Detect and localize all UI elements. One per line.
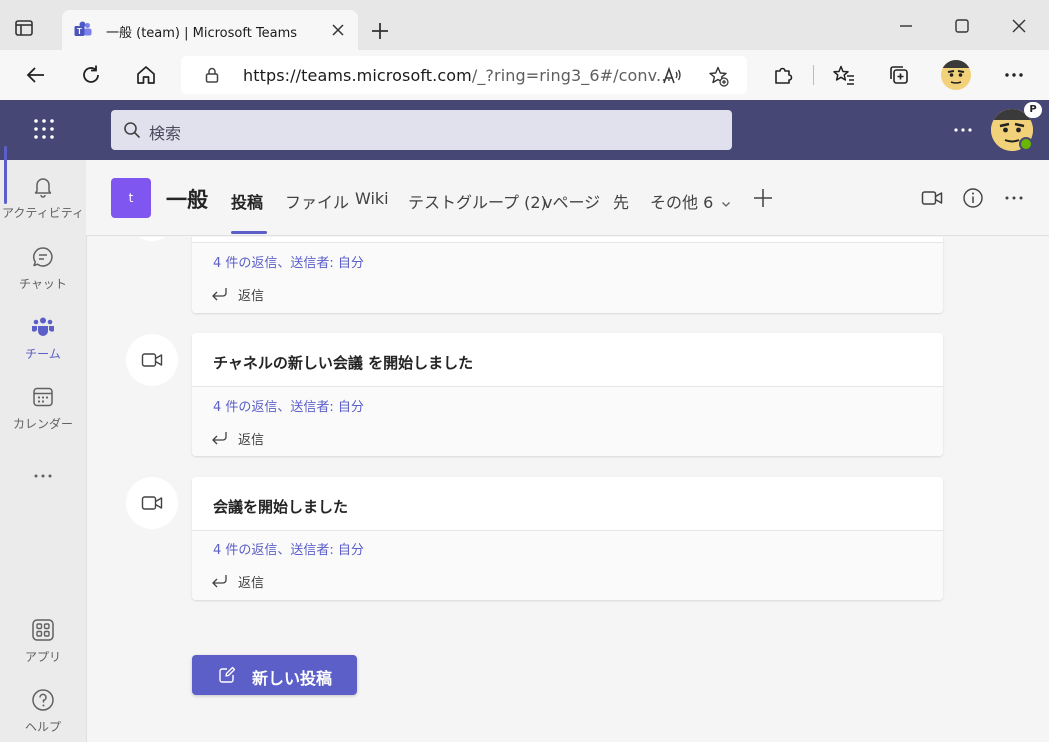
post-avatar	[126, 477, 178, 529]
browser-tab[interactable]: T 一般 (team) | Microsoft Teams	[62, 10, 358, 50]
collections-icon[interactable]	[887, 63, 911, 87]
refresh-icon[interactable]	[79, 63, 103, 87]
avatar[interactable]	[941, 60, 971, 90]
search-placeholder: 検索	[149, 124, 182, 143]
info-icon[interactable]	[962, 187, 984, 209]
add-favorite-icon[interactable]	[707, 65, 729, 87]
presence-badge: P	[1024, 102, 1042, 118]
rail-item-help[interactable]: ヘルプ	[0, 686, 86, 742]
extensions-icon[interactable]	[771, 63, 795, 87]
meeting-video-icon	[141, 353, 163, 367]
meeting-video-icon	[141, 496, 163, 510]
search-input[interactable]: 検索	[111, 110, 732, 150]
tab-wiki[interactable]: Wiki	[355, 189, 389, 208]
rail-item-label: カレンダー	[12, 417, 73, 431]
browser-toolbar: https://teams.microsoft.com/_?ring=ring3…	[0, 50, 1049, 100]
tab-saki[interactable]: 先	[613, 189, 629, 213]
teams-header: 検索	[0, 100, 1049, 160]
address-bar[interactable]: https://teams.microsoft.com/_?ring=ring3…	[181, 56, 747, 94]
replies-link[interactable]: 4 件の返信、送信者: 自分	[213, 396, 364, 415]
minimize-icon[interactable]	[894, 14, 918, 38]
chevron-down-icon	[722, 201, 731, 207]
browser-tab-bar: T 一般 (team) | Microsoft Teams	[0, 0, 1049, 50]
reply-label: 返信	[238, 433, 265, 448]
url-text: https://teams.microsoft.com/_?ring=ring3…	[243, 66, 672, 85]
post-card[interactable]: 4 件の返信、送信者: 自分 返信	[192, 237, 943, 313]
reply-label: 返信	[238, 289, 265, 304]
rail-item-label: チャット	[19, 277, 67, 291]
back-icon[interactable]	[24, 63, 48, 87]
rail-item-apps[interactable]: アプリ	[0, 616, 86, 680]
plus-icon[interactable]	[369, 20, 391, 42]
read-aloud-icon[interactable]	[661, 65, 683, 87]
card-footer: 4 件の返信、送信者: 自分 返信	[192, 387, 943, 456]
apps-icon	[32, 619, 54, 641]
home-icon[interactable]	[134, 63, 158, 87]
profile-face-icon	[941, 60, 971, 84]
rail-item-teams[interactable]: チーム	[0, 313, 86, 377]
app-bar: アクティビティ チャット チーム カレンダー アプリ ヘルプ	[0, 160, 86, 742]
calendar-icon	[33, 387, 53, 407]
presence-indicator	[1019, 137, 1033, 151]
post-title: 会議を開始しました	[213, 498, 349, 516]
tab-v-page[interactable]: vページ	[543, 189, 600, 213]
new-post-button[interactable]: 新しい投稿	[192, 655, 357, 695]
more-icon[interactable]	[1002, 63, 1026, 87]
new-post-label: 新しい投稿	[252, 669, 333, 688]
compose-icon	[219, 666, 236, 683]
tab-files[interactable]: ファイル	[285, 189, 349, 213]
tab-posts[interactable]: 投稿	[231, 189, 263, 213]
card-footer: 4 件の返信、送信者: 自分 返信	[192, 531, 943, 600]
rail-item-label: アクティビティ	[2, 206, 84, 220]
bell-icon	[34, 178, 52, 198]
help-icon	[32, 689, 54, 711]
rail-more-apps[interactable]	[0, 462, 86, 492]
tab-title: 一般 (team) | Microsoft Teams	[106, 26, 298, 41]
app-launcher-icon[interactable]	[32, 117, 56, 141]
post-card[interactable]: 会議を開始しました 4 件の返信、送信者: 自分 返信	[192, 477, 943, 600]
rail-item-chat[interactable]: チャット	[0, 243, 86, 307]
sidebar-icon[interactable]	[14, 18, 34, 38]
card-footer: 4 件の返信、送信者: 自分 返信	[192, 243, 943, 313]
tab-more[interactable]: その他 6	[650, 189, 732, 213]
post-title: チャネルの新しい会議 を開始しました	[213, 354, 474, 372]
reply-icon	[212, 432, 227, 445]
rail-item-label: アプリ	[24, 650, 61, 664]
team-avatar[interactable]: t	[111, 178, 151, 218]
teams-people-icon	[32, 317, 54, 336]
more-icon[interactable]	[951, 118, 975, 142]
window-close-icon[interactable]	[1007, 14, 1031, 38]
more-icon	[34, 474, 52, 478]
favorites-icon[interactable]	[832, 63, 856, 87]
reply-label: 返信	[238, 576, 265, 591]
svg-text:T: T	[77, 27, 82, 36]
post-avatar	[126, 334, 178, 386]
active-tab-indicator	[231, 231, 267, 234]
maximize-icon[interactable]	[950, 14, 974, 38]
toolbar-divider	[813, 65, 814, 85]
replies-link[interactable]: 4 件の返信、送信者: 自分	[213, 252, 364, 271]
tab-test-group[interactable]: テストグループ (2)	[408, 189, 547, 213]
reply-icon	[212, 575, 227, 588]
more-icon[interactable]	[1003, 187, 1025, 209]
rail-item-calendar[interactable]: カレンダー	[0, 383, 86, 447]
lock-icon[interactable]	[203, 66, 221, 84]
replies-link[interactable]: 4 件の返信、送信者: 自分	[213, 539, 364, 558]
post-card[interactable]: チャネルの新しい会議 を開始しました 4 件の返信、送信者: 自分 返信	[192, 333, 943, 456]
tab-more-label: その他 6	[650, 193, 714, 212]
close-icon[interactable]	[330, 22, 346, 38]
chat-icon	[33, 247, 53, 267]
rail-item-label: チーム	[25, 347, 61, 361]
rail-item-activity[interactable]: アクティビティ	[0, 172, 86, 236]
teams-icon: T	[74, 21, 92, 36]
search-icon	[124, 122, 141, 139]
reply-icon	[212, 288, 227, 301]
post-avatar	[126, 237, 178, 241]
rail-active-indicator	[4, 146, 7, 204]
channel-header: t 一般 投稿 ファイル Wiki テストグループ (2) vページ 先 その他…	[86, 160, 1049, 236]
rail-item-label: ヘルプ	[24, 720, 61, 734]
add-tab-icon[interactable]	[752, 187, 774, 209]
channel-name: 一般	[166, 188, 208, 212]
meet-video-icon[interactable]	[921, 187, 943, 209]
